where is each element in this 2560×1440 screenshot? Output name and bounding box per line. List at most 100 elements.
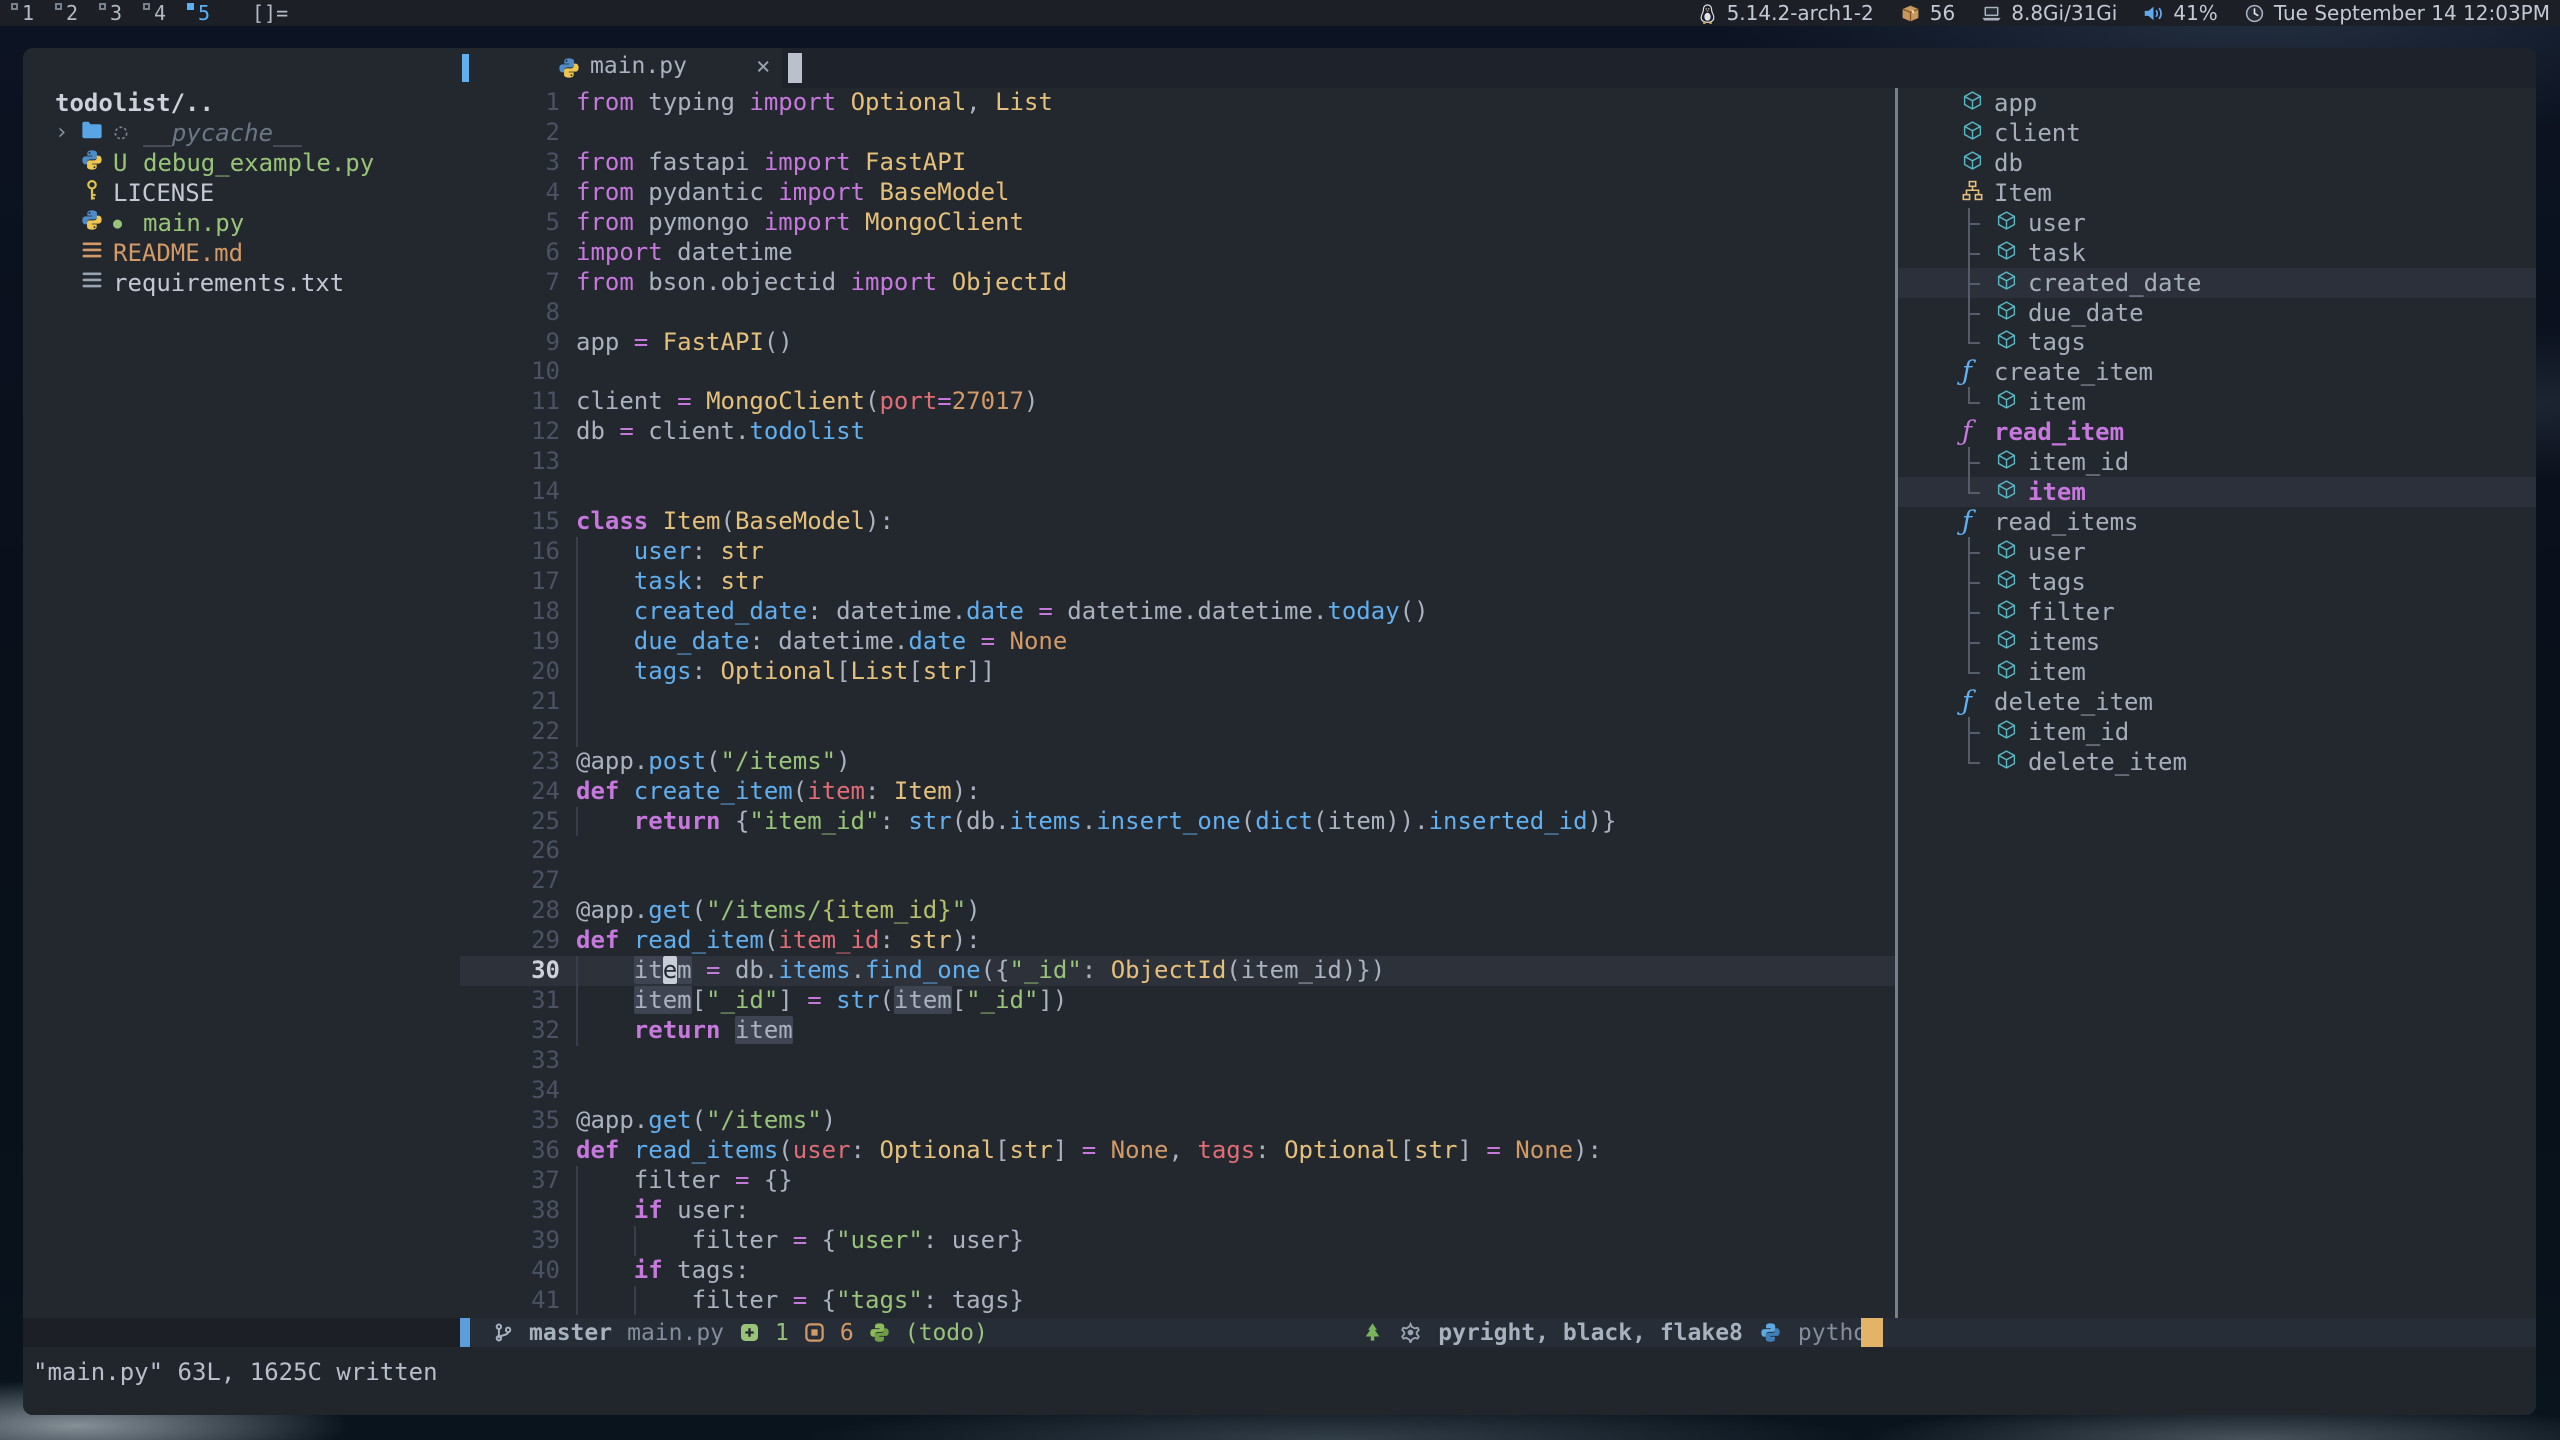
line-number: 41	[460, 1286, 560, 1316]
workspace-1[interactable]: 1	[6, 0, 50, 26]
tree-item-LICENSE[interactable]: LICENSE	[23, 178, 460, 208]
code-line-9[interactable]: 9app = FastAPI()	[460, 328, 1895, 358]
code-line-41[interactable]: 41 filter = {"tags": tags}	[460, 1286, 1895, 1316]
workspace-4[interactable]: 4	[138, 0, 182, 26]
outline-item-filter[interactable]: filter	[1898, 597, 2536, 627]
outline-item-create_item[interactable]: ƒcreate_item	[1898, 357, 2536, 387]
outline-item-items[interactable]: items	[1898, 627, 2536, 657]
code-line-18[interactable]: 18 created_date: datetime.date = datetim…	[460, 597, 1895, 627]
tab-main-py[interactable]: main.py ×	[460, 48, 782, 88]
code-line-16[interactable]: 16 user: str	[460, 537, 1895, 567]
outline-item-delete_item[interactable]: delete_item	[1898, 747, 2536, 777]
outline-item-client[interactable]: client	[1898, 118, 2536, 148]
code-line-19[interactable]: 19 due_date: datetime.date = None	[460, 627, 1895, 657]
workspace-2[interactable]: 2	[50, 0, 94, 26]
outline-item-tags[interactable]: tags	[1898, 567, 2536, 597]
tree-connector	[1962, 627, 1996, 657]
outline-item-item[interactable]: item	[1898, 477, 2536, 507]
cube-icon	[1962, 119, 1983, 147]
outline-item-item_id[interactable]: item_id	[1898, 717, 2536, 747]
outline-item-app[interactable]: app	[1898, 88, 2536, 118]
code-line-30[interactable]: 30 item = db.items.find_one({"_id": Obje…	[460, 956, 1895, 986]
outline-item-read_items[interactable]: ƒread_items	[1898, 507, 2536, 537]
code-line-6[interactable]: 6import datetime	[460, 238, 1895, 268]
outline-item-user[interactable]: user	[1898, 537, 2536, 567]
tree-root-folder[interactable]: todolist/..	[23, 88, 460, 118]
code-area[interactable]: 1from typing import Optional, List23from…	[460, 88, 1895, 1318]
code-line-3[interactable]: 3from fastapi import FastAPI	[460, 148, 1895, 178]
code-line-1[interactable]: 1from typing import Optional, List	[460, 88, 1895, 118]
tree-connector	[1962, 477, 1996, 507]
code-line-21[interactable]: 21	[460, 687, 1895, 717]
outline-item-task[interactable]: task	[1898, 238, 2536, 268]
outline-item-db[interactable]: db	[1898, 148, 2536, 178]
outline-item-Item[interactable]: Item	[1898, 178, 2536, 208]
command-line[interactable]: "main.py" 63L, 1625C written	[23, 1347, 2536, 1415]
code-line-8[interactable]: 8	[460, 298, 1895, 328]
code-line-11[interactable]: 11client = MongoClient(port=27017)	[460, 387, 1895, 417]
tree-item-requirements.txt[interactable]: requirements.txt	[23, 268, 460, 298]
code-line-24[interactable]: 24def create_item(item: Item):	[460, 777, 1895, 807]
outline-item-created_date[interactable]: created_date	[1898, 268, 2536, 298]
outline-item-item_id[interactable]: item_id	[1898, 447, 2536, 477]
memory-icon	[1981, 3, 2002, 24]
code-line-33[interactable]: 33	[460, 1046, 1895, 1076]
clock-icon	[2244, 3, 2265, 24]
code-line-29[interactable]: 29def read_item(item_id: str):	[460, 926, 1895, 956]
code-line-26[interactable]: 26	[460, 836, 1895, 866]
gear-icon	[1400, 1322, 1421, 1343]
expand-arrow-icon	[55, 238, 81, 268]
workspace-indicator	[187, 3, 194, 10]
tree-item-README.md[interactable]: README.md	[23, 238, 460, 268]
code-line-17[interactable]: 17 task: str	[460, 567, 1895, 597]
code-line-31[interactable]: 31 item["_id"] = str(item["_id"])	[460, 986, 1895, 1016]
code-line-10[interactable]: 10	[460, 357, 1895, 387]
code-line-34[interactable]: 34	[460, 1076, 1895, 1106]
code-line-25[interactable]: 25 return {"item_id": str(db.items.inser…	[460, 807, 1895, 837]
code-line-38[interactable]: 38 if user:	[460, 1196, 1895, 1226]
git-status-badge	[113, 118, 143, 148]
code-line-12[interactable]: 12db = client.todolist	[460, 417, 1895, 447]
outline-item-read_item[interactable]: ƒread_item	[1898, 417, 2536, 447]
symbol-label: user	[2028, 538, 2086, 566]
outline-item-item[interactable]: item	[1898, 387, 2536, 417]
code-line-40[interactable]: 40 if tags:	[460, 1256, 1895, 1286]
code-line-37[interactable]: 37 filter = {}	[460, 1166, 1895, 1196]
code-line-22[interactable]: 22	[460, 717, 1895, 747]
code-line-7[interactable]: 7from bson.objectid import ObjectId	[460, 268, 1895, 298]
code-line-27[interactable]: 27	[460, 866, 1895, 896]
outline-item-due_date[interactable]: due_date	[1898, 298, 2536, 328]
code-line-20[interactable]: 20 tags: Optional[List[str]]	[460, 657, 1895, 687]
code-line-32[interactable]: 32 return item	[460, 1016, 1895, 1046]
line-number: 29	[460, 926, 560, 956]
status-text: 41%	[2173, 1, 2217, 25]
tree-item-main.py[interactable]: ●main.py	[23, 208, 460, 238]
workspace-indicator	[11, 3, 18, 10]
workspace-5[interactable]: 5	[182, 0, 226, 26]
python-icon	[81, 148, 103, 178]
outline-item-item[interactable]: item	[1898, 657, 2536, 687]
tree-item-debug_example.py[interactable]: Udebug_example.py	[23, 148, 460, 178]
code-line-28[interactable]: 28@app.get("/items/{item_id}")	[460, 896, 1895, 926]
outline-item-tags[interactable]: tags	[1898, 328, 2536, 358]
code-line-23[interactable]: 23@app.post("/items")	[460, 747, 1895, 777]
workspace-3[interactable]: 3	[94, 0, 138, 26]
cube-icon	[1996, 628, 2017, 656]
symbol-label: item	[2028, 658, 2086, 686]
code-line-36[interactable]: 36def read_items(user: Optional[str] = N…	[460, 1136, 1895, 1166]
code-line-4[interactable]: 4from pydantic import BaseModel	[460, 178, 1895, 208]
outline-item-delete_item[interactable]: ƒdelete_item	[1898, 687, 2536, 717]
code-line-39[interactable]: 39 filter = {"user": user}	[460, 1226, 1895, 1256]
code-line-14[interactable]: 14	[460, 477, 1895, 507]
code-line-35[interactable]: 35@app.get("/items")	[460, 1106, 1895, 1136]
symbol-label: item	[2028, 388, 2086, 416]
outline-item-user[interactable]: user	[1898, 208, 2536, 238]
tree-item-__pycache__[interactable]: ›__pycache__	[23, 118, 460, 148]
code-line-5[interactable]: 5from pymongo import MongoClient	[460, 208, 1895, 238]
tab-close-icon[interactable]: ×	[756, 52, 770, 80]
cube-icon	[1962, 89, 1983, 117]
code-line-15[interactable]: 15class Item(BaseModel):	[460, 507, 1895, 537]
code-line-13[interactable]: 13	[460, 447, 1895, 477]
line-number: 38	[460, 1196, 560, 1226]
code-line-2[interactable]: 2	[460, 118, 1895, 148]
